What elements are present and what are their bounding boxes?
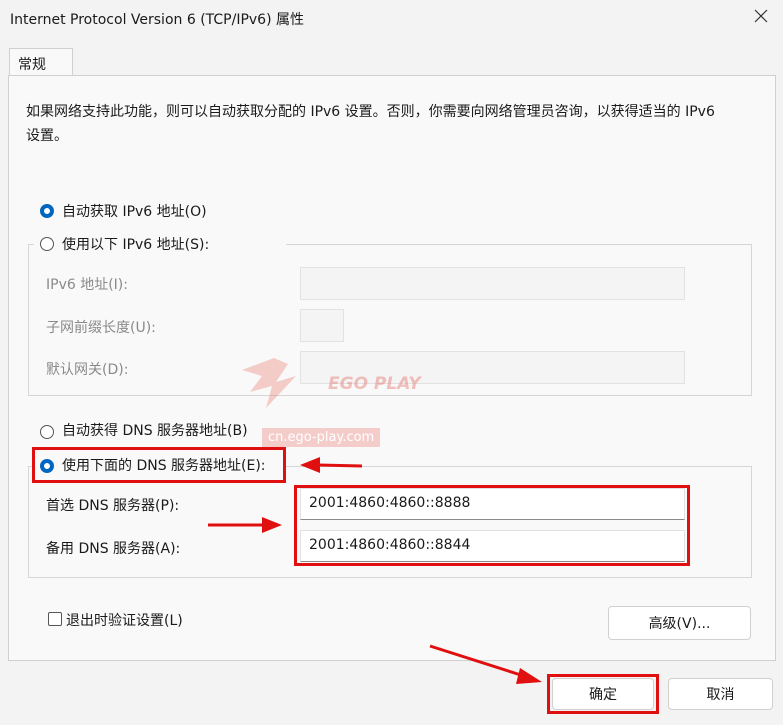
annotation-arrows [208, 457, 542, 684]
